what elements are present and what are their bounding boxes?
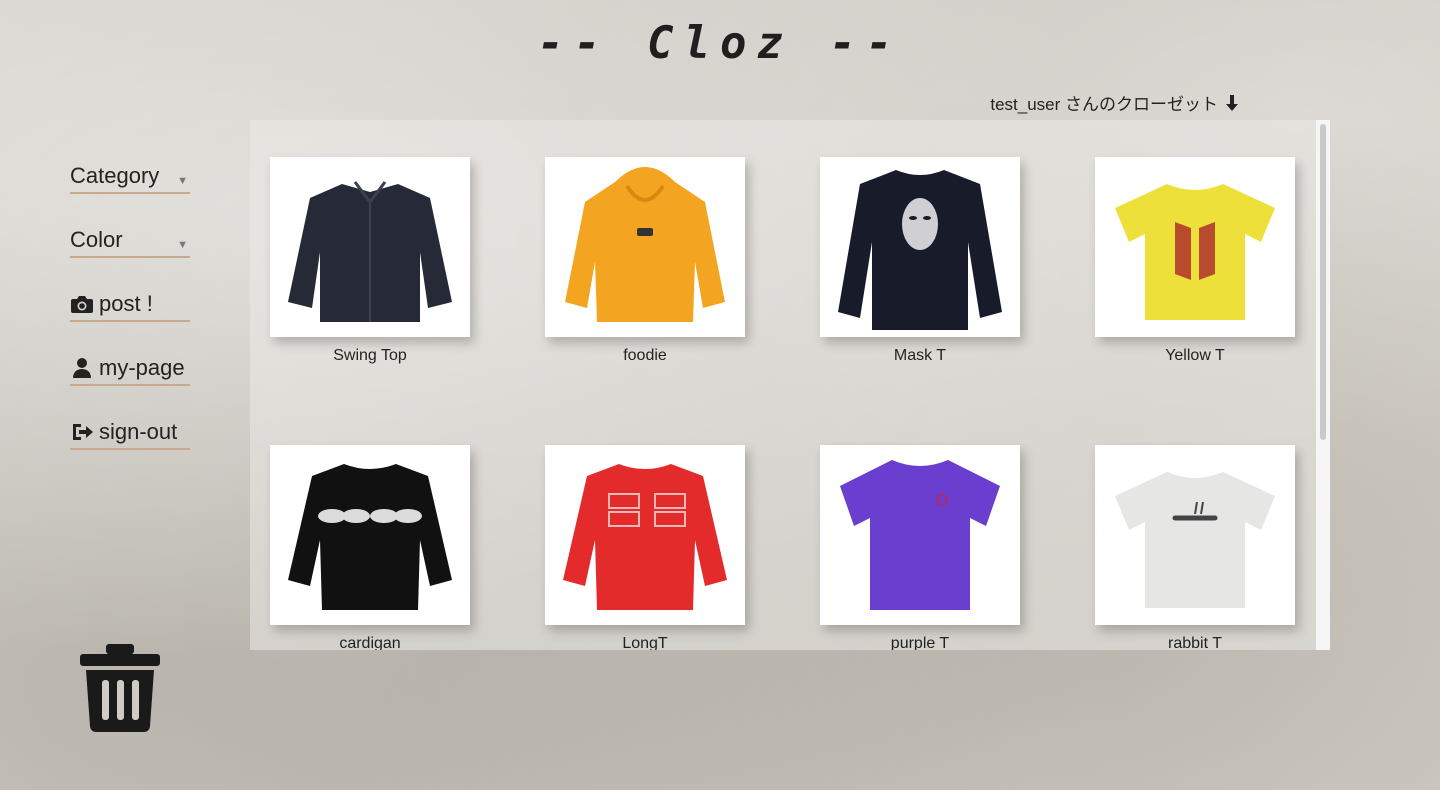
- clothes-card[interactable]: LongT: [545, 445, 745, 650]
- clothes-image: [270, 445, 470, 625]
- sign-out-link[interactable]: sign-out: [70, 416, 190, 450]
- post-label: post !: [99, 291, 153, 316]
- clothes-card[interactable]: Mask T: [820, 157, 1020, 365]
- clothes-image: [545, 157, 745, 337]
- clothes-name: Yellow T: [1165, 347, 1225, 364]
- sign-out-icon: [73, 424, 93, 440]
- clothes-image: [820, 445, 1020, 625]
- clothes-image: [1095, 157, 1295, 337]
- clothes-grid: Swing Top foodie Mask T Yellow T cardiga…: [270, 157, 1310, 650]
- scrollbar[interactable]: [1316, 120, 1330, 650]
- clothes-card[interactable]: purple T: [820, 445, 1020, 650]
- category-select[interactable]: Category ▼: [70, 160, 190, 194]
- clothes-image: [1095, 445, 1295, 625]
- clothes-name: LongT: [622, 635, 668, 650]
- clothes-card[interactable]: Swing Top: [270, 157, 470, 365]
- sweater-icon: [288, 464, 452, 610]
- arrow-down-icon: [1226, 94, 1238, 111]
- jacket-icon: [288, 181, 452, 322]
- user-icon: [73, 358, 91, 378]
- page-title: -- Cloz --: [537, 18, 903, 69]
- clothes-name: Mask T: [893, 347, 947, 364]
- clothes-name: Swing Top: [333, 347, 407, 364]
- clothes-card[interactable]: foodie: [545, 157, 745, 365]
- closet-owner-label: test_user さんのクローゼット: [990, 90, 1240, 115]
- category-label: Category: [70, 163, 160, 188]
- clothes-card[interactable]: cardigan: [270, 445, 470, 650]
- my-page-label: my-page: [99, 355, 185, 380]
- clothes-image: [545, 445, 745, 625]
- clothes-name: purple T: [890, 635, 950, 650]
- camera-icon: [71, 296, 93, 313]
- sign-out-label: sign-out: [99, 419, 178, 444]
- sweater-icon: [563, 464, 727, 610]
- my-page-link[interactable]: my-page: [70, 352, 190, 386]
- clothes-image: [270, 157, 470, 337]
- color-label: Color: [70, 227, 123, 252]
- clothes-name: foodie: [623, 347, 667, 364]
- closet-panel: Swing Top foodie Mask T Yellow T cardiga…: [250, 120, 1330, 650]
- clothes-image: [820, 157, 1020, 337]
- longsleeve-icon: [838, 170, 1002, 330]
- clothes-name: rabbit T: [1168, 635, 1222, 650]
- caret-down-icon: ▼: [177, 175, 188, 187]
- sidebar-nav: Category ▼ Color ▼ post ! my-page sign-o…: [70, 160, 190, 480]
- scrollbar-thumb[interactable]: [1320, 124, 1326, 440]
- post-link[interactable]: post !: [70, 288, 190, 322]
- color-select[interactable]: Color ▼: [70, 224, 190, 258]
- caret-down-icon: ▼: [177, 239, 188, 251]
- tshirt-icon: [1115, 184, 1275, 320]
- trash-icon[interactable]: [80, 644, 160, 732]
- clothes-name: cardigan: [339, 635, 401, 650]
- tshirt-icon: [1115, 472, 1275, 608]
- hoodie-icon: [565, 167, 725, 322]
- clothes-card[interactable]: Yellow T: [1095, 157, 1295, 365]
- tshirt-icon: [840, 460, 1000, 610]
- closet-owner-text: test_user さんのクローゼット: [990, 95, 1218, 114]
- clothes-card[interactable]: rabbit T: [1095, 445, 1295, 650]
